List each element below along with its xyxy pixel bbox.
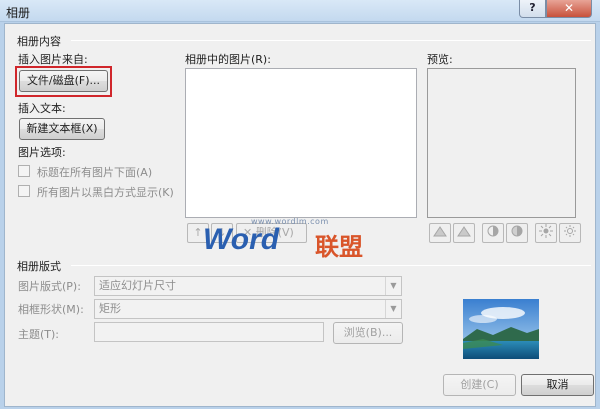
preview-label: 预览: xyxy=(427,53,453,66)
insert-text-label: 插入文本: xyxy=(18,102,66,115)
frame-shape-label: 相框形状(M): xyxy=(18,303,84,316)
album-layout-group-title: 相册版式 xyxy=(17,260,61,273)
pictures-in-album-label: 相册中的图片(R): xyxy=(185,53,271,66)
cancel-button[interactable]: 取消 xyxy=(521,374,594,396)
watermark-logo: www.wordlm.com Word 联盟 xyxy=(203,217,393,261)
theme-input[interactable] xyxy=(94,322,324,342)
rotate-right-button[interactable] xyxy=(453,223,475,243)
chevron-down-icon: ▼ xyxy=(385,300,401,318)
brightness-up-icon xyxy=(539,224,553,238)
contrast-down-icon xyxy=(511,225,523,237)
contrast-down-button[interactable] xyxy=(506,223,528,243)
preview-pane xyxy=(427,68,576,218)
black-white-checkbox[interactable] xyxy=(18,185,30,197)
chevron-down-icon: ▼ xyxy=(385,277,401,295)
brightness-down-icon xyxy=(564,225,576,237)
file-disk-button[interactable]: 文件/磁盘(F)... xyxy=(19,70,108,92)
pictures-listbox[interactable] xyxy=(185,68,417,218)
watermark-word: Word xyxy=(203,223,280,256)
layout-preview-thumbnail xyxy=(463,299,539,359)
close-button[interactable]: ✕ xyxy=(546,0,592,18)
window-title: 相册 xyxy=(6,6,31,20)
rotate-left-button[interactable] xyxy=(429,223,451,243)
frame-shape-select[interactable]: 矩形 ▼ xyxy=(94,299,402,319)
group-separator xyxy=(71,40,591,41)
title-bar: 相册 ? ✕ xyxy=(0,0,600,22)
insert-from-label: 插入图片来自: xyxy=(18,53,88,66)
frame-shape-value: 矩形 xyxy=(99,302,121,315)
picture-layout-value: 适应幻灯片尺寸 xyxy=(99,279,176,292)
dialog-body: 相册内容 插入图片来自: 文件/磁盘(F)... 插入文本: 新建文本框(X) … xyxy=(4,23,596,407)
new-textbox-button[interactable]: 新建文本框(X) xyxy=(19,118,105,140)
group-separator xyxy=(71,265,591,266)
black-white-option-label: 所有图片以黑白方式显示(K) xyxy=(37,186,174,199)
captions-option-label: 标题在所有图片下面(A) xyxy=(37,166,153,179)
theme-label: 主题(T): xyxy=(18,328,60,341)
create-button[interactable]: 创建(C) xyxy=(443,374,516,396)
album-content-group-title: 相册内容 xyxy=(17,35,61,48)
captions-checkbox[interactable] xyxy=(18,165,30,177)
brightness-up-button[interactable] xyxy=(535,223,557,243)
contrast-up-button[interactable] xyxy=(482,223,504,243)
rotate-left-icon xyxy=(433,226,447,237)
help-button[interactable]: ? xyxy=(519,0,546,18)
watermark-cn: 联盟 xyxy=(315,233,363,261)
picture-options-label: 图片选项: xyxy=(18,146,66,159)
contrast-up-icon xyxy=(487,225,499,237)
arrow-up-icon: ↑ xyxy=(193,226,203,239)
picture-layout-select[interactable]: 适应幻灯片尺寸 ▼ xyxy=(94,276,402,296)
browse-button[interactable]: 浏览(B)... xyxy=(333,322,403,344)
brightness-down-button[interactable] xyxy=(559,223,581,243)
rotate-right-icon xyxy=(457,226,471,237)
picture-layout-label: 图片版式(P): xyxy=(18,280,81,293)
